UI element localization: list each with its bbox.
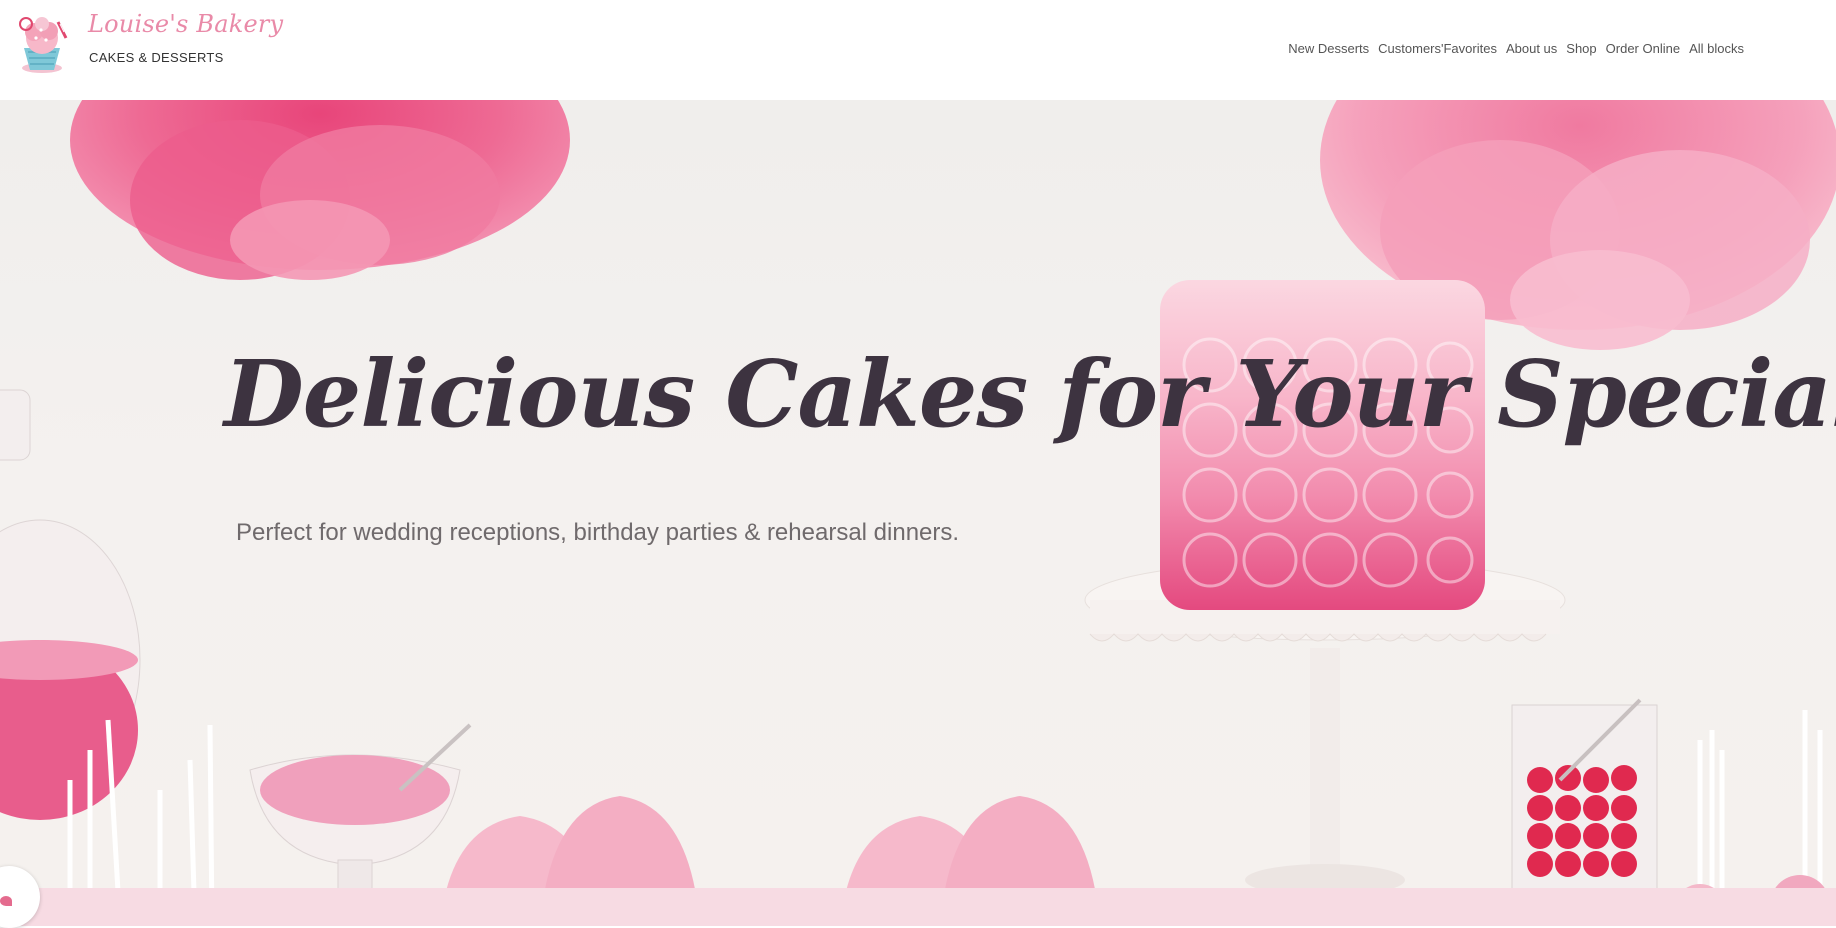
nav-item-new-desserts[interactable]: New Desserts — [1288, 41, 1369, 56]
chat-icon — [0, 896, 12, 906]
nav-item-customers-favorites[interactable]: Customers'Favorites — [1378, 41, 1497, 56]
hero-section: Delicious Cakes for Your Special Event P… — [0, 100, 1836, 926]
hero-title: Delicious Cakes for Your Special Event — [224, 339, 1836, 448]
nav-item-about-us[interactable]: About us — [1506, 41, 1557, 56]
gumball-vase — [1511, 698, 1658, 906]
cake-stand — [1084, 559, 1566, 896]
nav-item-shop[interactable]: Shop — [1566, 41, 1596, 56]
cupcake-logo-icon[interactable] — [14, 12, 74, 78]
nav-item-order-online[interactable]: Order Online — [1606, 41, 1680, 56]
main-nav: New Desserts Customers'Favorites About u… — [1288, 41, 1744, 56]
brand-tagline: CAKES & DESSERTS — [89, 50, 224, 65]
hero-background-image — [0, 100, 1836, 926]
brand-name[interactable]: Louise's Bakery — [88, 10, 283, 38]
hero-subtitle: Perfect for wedding receptions, birthday… — [236, 519, 960, 546]
candy-jar-left — [0, 389, 141, 820]
pink-pompom-left — [70, 100, 570, 280]
tablecloth — [0, 888, 1836, 926]
site-header: Louise's Bakery CAKES & DESSERTS New Des… — [0, 0, 1836, 100]
nav-item-all-blocks[interactable]: All blocks — [1689, 41, 1744, 56]
